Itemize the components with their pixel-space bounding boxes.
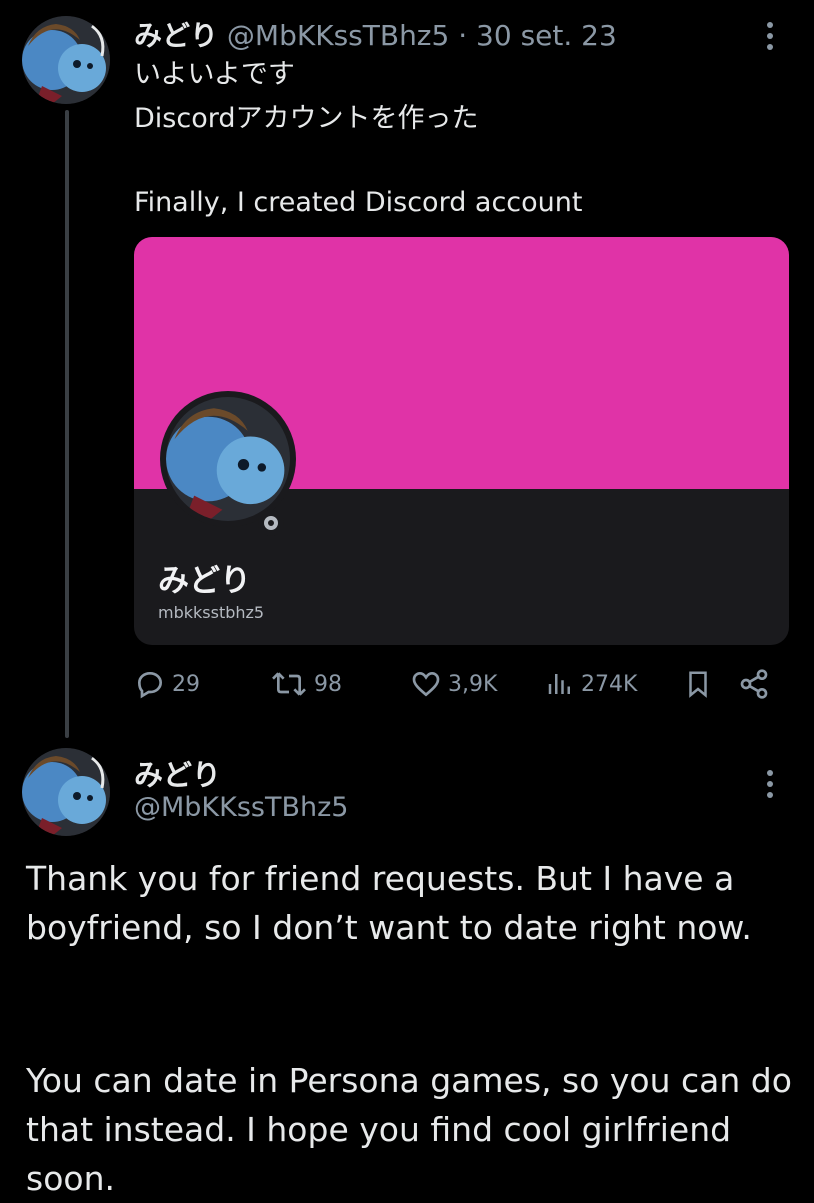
media-image[interactable]: みどり mbkksstbhz5 xyxy=(134,237,789,645)
retweet-icon xyxy=(272,672,306,696)
views-button[interactable]: 274K xyxy=(545,668,637,700)
card-avatar xyxy=(160,391,296,527)
thread-line xyxy=(65,110,69,738)
handle[interactable]: @MbKKssTBhz5 xyxy=(134,792,348,823)
more-icon[interactable] xyxy=(760,22,780,50)
display-name[interactable]: みどり xyxy=(134,752,221,794)
status-icon xyxy=(258,510,284,536)
avatar[interactable] xyxy=(22,16,110,104)
card-username: mbkksstbhz5 xyxy=(158,603,265,622)
card-profile-name: みどり xyxy=(158,563,251,599)
bookmark-icon xyxy=(689,671,707,698)
avatar[interactable] xyxy=(22,748,110,836)
tweet-text-line: Finally, I created Discord account xyxy=(134,187,583,218)
share-button[interactable] xyxy=(738,668,770,700)
like-count: 3,9K xyxy=(448,671,498,697)
tweet-text-line: いよいよです xyxy=(134,59,295,90)
tweet-paragraph: You can date in Persona games, so you ca… xyxy=(26,1061,792,1198)
reply-count: 29 xyxy=(172,671,200,697)
retweet-button[interactable]: 98 xyxy=(270,668,342,700)
display-name[interactable]: みどり xyxy=(134,19,218,52)
like-icon xyxy=(412,671,440,697)
more-icon[interactable] xyxy=(760,770,780,798)
bookmark-button[interactable] xyxy=(683,668,713,700)
avatar-image xyxy=(22,16,110,104)
tweet-date[interactable]: 30 set. 23 xyxy=(476,19,617,52)
tweet-header: みどり @MbKKssTBhz5 · 30 set. 23 xyxy=(134,14,617,54)
like-button[interactable]: 3,9K xyxy=(410,668,497,700)
tweet-text-line: Discordアカウントを作った xyxy=(134,103,479,134)
avatar-image xyxy=(166,397,290,521)
views-count: 274K xyxy=(581,671,638,697)
handle[interactable]: @MbKKssTBhz5 xyxy=(227,19,449,52)
reply-icon xyxy=(137,671,163,699)
separator: · xyxy=(458,19,468,52)
views-icon xyxy=(548,674,570,694)
reply-button[interactable]: 29 xyxy=(134,668,200,700)
avatar-image xyxy=(22,748,110,836)
share-icon xyxy=(740,669,768,699)
retweet-count: 98 xyxy=(314,671,342,697)
tweet-paragraph: Thank you for friend requests. But I hav… xyxy=(26,859,752,947)
